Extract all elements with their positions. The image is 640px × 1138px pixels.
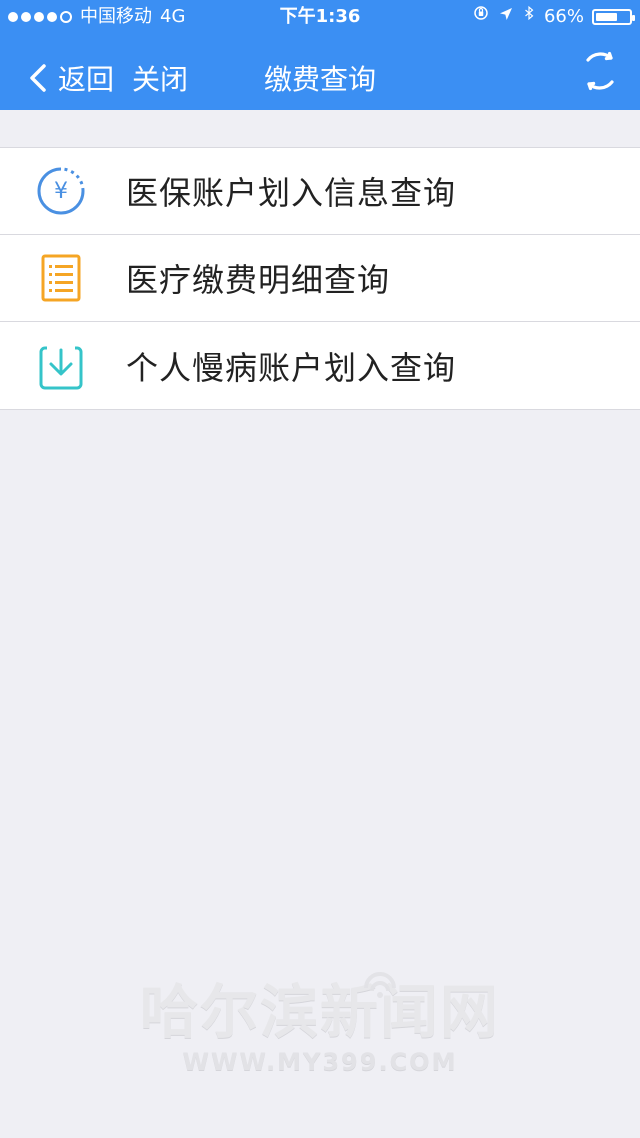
menu-item-label: 医保账户划入信息查询 — [126, 174, 457, 212]
refresh-icon[interactable] — [576, 47, 624, 95]
menu-item-label: 医疗缴费明细查询 — [126, 261, 391, 299]
query-menu-list: ¥ 医保账户划入信息查询 医疗缴费明细查询 个人慢病账户划入查询 — [0, 147, 640, 410]
battery-icon — [592, 9, 635, 25]
location-arrow-icon — [498, 0, 514, 34]
battery-fill — [596, 13, 618, 21]
download-tray-icon — [26, 331, 96, 401]
watermark-en: WWW.MY399.COM — [182, 1048, 458, 1076]
page-title: 缴费查询 — [263, 63, 376, 96]
menu-item-chronic-disease-transfer[interactable]: 个人慢病账户划入查询 — [0, 322, 640, 409]
menu-item-medical-insurance-transfer[interactable]: ¥ 医保账户划入信息查询 — [0, 148, 640, 235]
menu-item-label: 个人慢病账户划入查询 — [126, 348, 457, 387]
status-bar: 中国移动 4G 下午1:36 66% — [0, 0, 640, 34]
top-header: 中国移动 4G 下午1:36 66% 返回 关闭 缴费查询 — [0, 0, 640, 110]
battery-nub — [632, 15, 635, 21]
battery-percent: 66% — [543, 6, 584, 27]
navigation-bar: 返回 关闭 缴费查询 — [0, 40, 640, 110]
status-right: 66% — [472, 0, 635, 34]
svg-text:¥: ¥ — [54, 179, 68, 204]
document-list-icon — [26, 243, 96, 313]
menu-item-medical-payment-details[interactable]: 医疗缴费明细查询 — [0, 235, 640, 322]
rotation-lock-icon — [472, 0, 490, 34]
watermark: 哈尔滨新闻网 WWW.MY399.COM — [0, 972, 640, 1080]
yuan-circle-icon: ¥ — [26, 156, 96, 226]
watermark-cn: 哈尔滨新闻网 — [139, 978, 500, 1046]
wifi-watermark-icon — [364, 972, 396, 998]
bluetooth-icon — [522, 0, 536, 34]
